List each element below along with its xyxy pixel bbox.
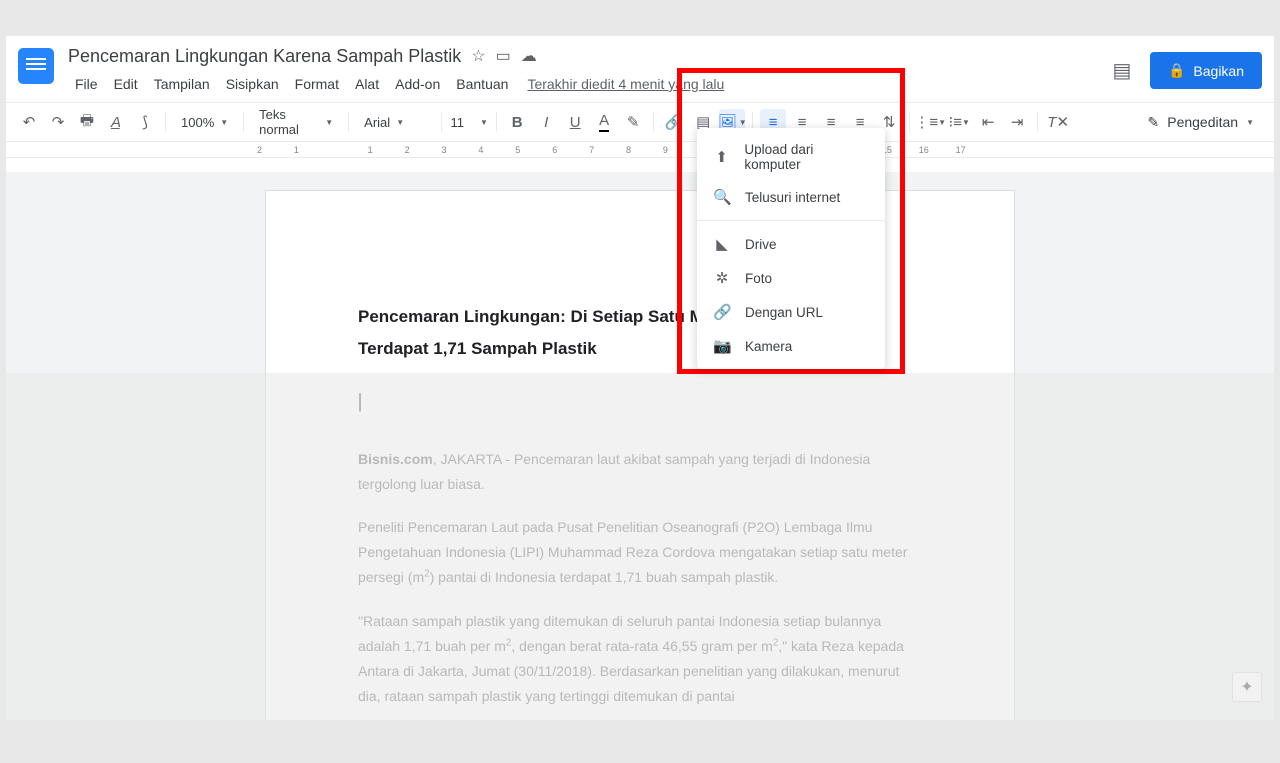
menu-edit[interactable]: Edit [107,72,145,96]
upload-icon: ⬆ [713,148,730,166]
drive-icon: ◣ [713,235,731,253]
bold-icon[interactable]: B [504,109,530,135]
paint-format-icon[interactable]: ⟆ [132,109,158,135]
outdent-icon[interactable]: ⇤ [975,109,1001,135]
photo-icon: ✲ [713,269,731,287]
menu-insert[interactable]: Sisipkan [219,72,286,96]
fontsize-select[interactable]: 11▼ [449,109,489,135]
dropdown-camera[interactable]: 📷Kamera [697,329,885,363]
menu-file[interactable]: File [68,72,105,96]
menu-format[interactable]: Format [288,72,346,96]
dropdown-url[interactable]: 🔗Dengan URL [697,295,885,329]
clear-format-icon[interactable]: T✕ [1045,109,1071,135]
share-label: Bagikan [1193,63,1244,79]
menu-view[interactable]: Tampilan [147,72,217,96]
cursor: | [358,390,922,413]
menu-help[interactable]: Bantuan [449,72,515,96]
dropdown-upload[interactable]: ⬆Upload dari komputer [697,134,885,180]
docs-logo[interactable] [18,48,54,84]
pencil-icon: ✎ [1148,114,1160,131]
page[interactable]: Pencemaran Lingkungan: Di Setiap Satu Me… [265,190,1015,720]
highlight-icon[interactable]: ✎ [620,109,646,135]
style-select[interactable]: Teks normal▼ [251,109,341,135]
camera-icon: 📷 [713,337,731,355]
underline-icon[interactable]: U [562,109,588,135]
ruler[interactable]: 211234567891011121314151617 [6,142,1274,158]
spellcheck-icon[interactable]: A̲ [103,109,129,135]
move-icon[interactable]: ▭ [496,46,511,66]
share-button[interactable]: 🔒 Bagikan [1150,52,1262,89]
toolbar: ↶ ↷ 🖶 A̲ ⟆ 100%▼ Teks normal▼ Arial▼ 11▼… [6,102,1274,142]
insert-image-dropdown: ⬆Upload dari komputer 🔍Telusuri internet… [697,128,885,369]
comments-icon[interactable]: ▤ [1110,59,1134,83]
undo-icon[interactable]: ↶ [16,109,42,135]
editing-mode[interactable]: ✎ Pengeditan ▼ [1138,114,1265,131]
print-icon[interactable]: 🖶 [74,109,100,135]
menu-addons[interactable]: Add-on [388,72,447,96]
search-icon: 🔍 [713,188,731,206]
dropdown-drive[interactable]: ◣Drive [697,227,885,261]
numbered-list-icon[interactable]: ⋮≡▼ [917,109,943,135]
redo-icon[interactable]: ↷ [45,109,71,135]
lock-icon: 🔒 [1168,62,1185,79]
menubar: File Edit Tampilan Sisipkan Format Alat … [68,72,1110,96]
document-title[interactable]: Pencemaran Lingkungan Karena Sampah Plas… [68,46,461,67]
indent-icon[interactable]: ⇥ [1004,109,1030,135]
cloud-icon[interactable]: ☁ [521,46,537,66]
link-icon[interactable]: 🔗 [661,109,687,135]
text-color-icon[interactable]: A [591,109,617,135]
zoom-select[interactable]: 100%▼ [173,109,236,135]
dropdown-search[interactable]: 🔍Telusuri internet [697,180,885,214]
last-edit-link[interactable]: Terakhir diedit 4 menit yang lalu [527,72,724,96]
italic-icon[interactable]: I [533,109,559,135]
dropdown-photo[interactable]: ✲Foto [697,261,885,295]
font-select[interactable]: Arial▼ [356,109,434,135]
body-text[interactable]: Bisnis.com, JAKARTA - Pencemaran laut ak… [358,447,922,710]
menu-tools[interactable]: Alat [348,72,386,96]
document-area: Pencemaran Lingkungan: Di Setiap Satu Me… [6,172,1274,720]
bulleted-list-icon[interactable]: ⁝≡▼ [946,109,972,135]
star-icon[interactable]: ☆ [471,46,485,66]
url-icon: 🔗 [713,303,731,321]
explore-button[interactable]: ✦ [1232,672,1262,702]
